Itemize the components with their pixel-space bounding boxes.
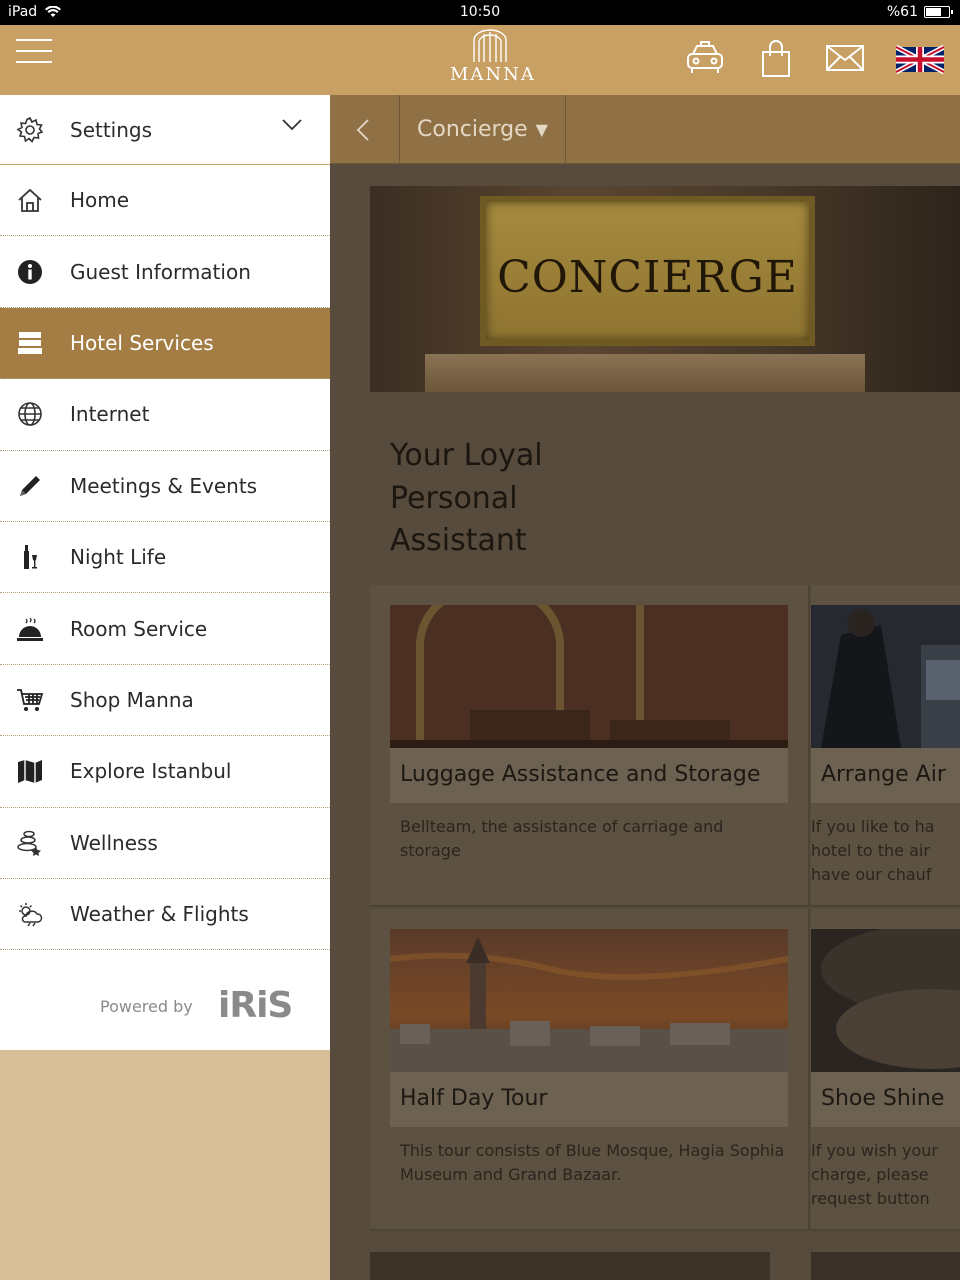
weather-icon: [15, 899, 45, 929]
sidebar-item-label: Meetings & Events: [70, 473, 258, 498]
wine-icon: [15, 542, 45, 572]
settings-menu[interactable]: Settings: [0, 95, 330, 165]
istanbul-skyline-image: [390, 929, 788, 1072]
mail-icon[interactable]: [825, 38, 865, 78]
sidebar-item-label: Wellness: [70, 830, 158, 855]
sidebar-item-explore-istanbul[interactable]: Explore Istanbul: [0, 736, 330, 808]
sidebar-item-label: Shop Manna: [70, 687, 194, 712]
bed-icon: [15, 328, 45, 358]
map-icon: [15, 756, 45, 786]
sidebar-item-label: Guest Information: [70, 259, 251, 284]
globe-icon: [15, 399, 45, 429]
hero-image: CONCIERGE: [370, 186, 960, 392]
status-time: 10:50: [459, 4, 501, 20]
sidebar-item-guest-information[interactable]: Guest Information: [0, 236, 330, 308]
pencil-icon: [15, 471, 45, 501]
gear-icon: [15, 115, 45, 145]
sidebar-item-label: Home: [70, 188, 130, 213]
taxi-icon[interactable]: [685, 38, 725, 78]
card-title: Arrange Air: [811, 748, 960, 803]
luggage-image: [390, 605, 788, 748]
home-icon: [15, 185, 45, 215]
status-bar: iPad 10:50 %61: [0, 0, 960, 25]
manna-logo: MANNA: [450, 28, 534, 90]
concierge-plaque: CONCIERGE: [480, 196, 815, 346]
menu-icon[interactable]: [16, 39, 52, 65]
sub-navigation: Concierge ▼: [330, 95, 960, 164]
sidebar-item-meetings-events[interactable]: Meetings & Events: [0, 451, 330, 522]
uk-flag-icon[interactable]: [894, 38, 946, 78]
back-button[interactable]: [330, 95, 400, 164]
sidebar-item-room-service[interactable]: Room Service: [0, 593, 330, 665]
side-menu: Settings Home Guest Information Hotel Se…: [0, 95, 330, 1050]
card-description: Bellteam, the assistance of carriage and…: [400, 817, 724, 860]
iris-logo: iRiS: [218, 985, 293, 1026]
plaque-text: CONCIERGE: [497, 252, 798, 303]
service-card[interactable]: Half Day Tour This tour consists of Blue…: [370, 909, 810, 1231]
caret-down-icon: ▼: [535, 120, 548, 139]
service-card[interactable]: Luggage Assistance and Storage Bellteam,…: [370, 585, 810, 907]
sidebar-item-home[interactable]: Home: [0, 165, 330, 237]
sidebar-item-label: Explore Istanbul: [70, 759, 232, 784]
chevron-down-icon: [282, 119, 302, 131]
airport-transfer-image: [811, 605, 960, 748]
shopping-bag-icon[interactable]: [756, 38, 796, 78]
sidebar-item-label: Internet: [70, 402, 150, 427]
battery-icon: [924, 6, 953, 18]
main-content[interactable]: Concierge ▼ CONCIERGE Your Loyal Persona…: [330, 95, 960, 1280]
stones-icon: [15, 828, 45, 858]
sidebar-item-hotel-services[interactable]: Hotel Services: [0, 307, 330, 380]
battery-percent: %61: [886, 4, 918, 20]
sidebar-item-internet[interactable]: Internet: [0, 379, 330, 451]
service-card[interactable]: Shoe Shine If you wish your charge, plea…: [811, 909, 960, 1231]
card-title: Half Day Tour: [390, 1072, 788, 1127]
service-card[interactable]: Arrange Air If you like to ha hotel to t…: [811, 585, 960, 907]
app-header: MANNA: [0, 25, 960, 95]
sidebar-item-night-life[interactable]: Night Life: [0, 522, 330, 594]
cloche-icon: [15, 614, 45, 644]
card-description: This tour consists of Blue Mosque, Hagia…: [400, 1141, 785, 1184]
card-description: If you like to ha hotel to the air have …: [811, 817, 935, 884]
sidebar-item-weather-flights[interactable]: Weather & Flights: [0, 879, 330, 951]
sidebar-item-wellness[interactable]: Wellness: [0, 808, 330, 879]
sidebar-item-shop-manna[interactable]: Shop Manna: [0, 665, 330, 737]
sidebar-item-label: Night Life: [70, 545, 167, 570]
card-title: Shoe Shine: [811, 1072, 960, 1127]
sidebar-item-label: Room Service: [70, 616, 208, 641]
sidebar-item-label: Weather & Flights: [70, 902, 249, 927]
card-title: Luggage Assistance and Storage: [390, 748, 788, 803]
info-icon: [15, 257, 45, 287]
card-description: If you wish your charge, please request …: [811, 1141, 938, 1208]
settings-label: Settings: [70, 117, 153, 142]
dropdown-label: Concierge: [417, 117, 528, 142]
powered-by-label: Powered by: [100, 997, 193, 1016]
cart-icon: [15, 685, 45, 715]
powered-by-footer: Powered by iRiS: [0, 955, 330, 1050]
sidebar-item-label: Hotel Services: [70, 330, 214, 355]
logo-arch-icon: [473, 29, 507, 62]
category-dropdown[interactable]: Concierge ▼: [400, 95, 566, 164]
page-tagline: Your Loyal Personal Assistant: [390, 438, 543, 558]
shoe-shine-image: [811, 929, 960, 1072]
chevron-left-icon: [356, 119, 369, 141]
